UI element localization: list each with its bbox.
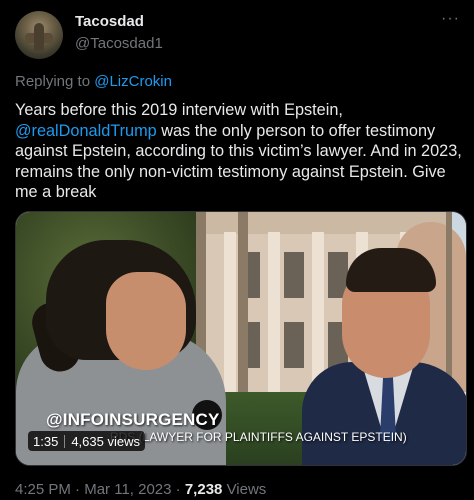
replying-to-label: Replying to bbox=[15, 73, 91, 90]
video-overlay-caption: RDS (LAWYER FOR PLAINTIFFS AGAINST EPSTE… bbox=[110, 430, 407, 444]
palm-trunk bbox=[238, 212, 248, 412]
view-count: 7,238 bbox=[184, 481, 223, 498]
avatar[interactable] bbox=[15, 11, 63, 59]
reply-mention-link[interactable]: @LizCrokin bbox=[94, 73, 172, 90]
badge-divider bbox=[64, 434, 66, 448]
tweet-time[interactable]: 4:25 PM bbox=[15, 481, 71, 498]
video-duration: 1:35 bbox=[33, 433, 59, 449]
person-right-hair bbox=[346, 248, 436, 292]
video-views: 4,635 views bbox=[71, 433, 140, 449]
video-overlay-title: @INFOINSURGENCY bbox=[46, 410, 220, 429]
meta-separator: · bbox=[75, 481, 81, 498]
video-info-badge: 1:35 4,635 views bbox=[28, 431, 145, 451]
replying-to: Replying to @LizCrokin bbox=[15, 73, 172, 90]
meta-separator: · bbox=[175, 481, 181, 498]
tweet-text-line1: Years before this 2019 interview with Ep… bbox=[15, 101, 343, 119]
person-left-face bbox=[106, 272, 186, 370]
author-name[interactable]: Tacosdad bbox=[75, 13, 144, 30]
views-label: Views bbox=[226, 481, 267, 498]
tweet-meta: 4:25 PM · Mar 11, 2023 · 7,238 Views bbox=[15, 481, 266, 498]
video-player[interactable]: @INFOINSURGENCY RDS (LAWYER FOR PLAINTIF… bbox=[15, 211, 467, 466]
tweet-date[interactable]: Mar 11, 2023 bbox=[84, 481, 171, 498]
more-options-icon[interactable]: ··· bbox=[441, 10, 460, 28]
author-handle[interactable]: @Tacosdad1 bbox=[75, 35, 163, 52]
tweet-text: Years before this 2019 interview with Ep… bbox=[15, 100, 463, 203]
mention-link[interactable]: @realDonaldTrump bbox=[15, 122, 157, 140]
